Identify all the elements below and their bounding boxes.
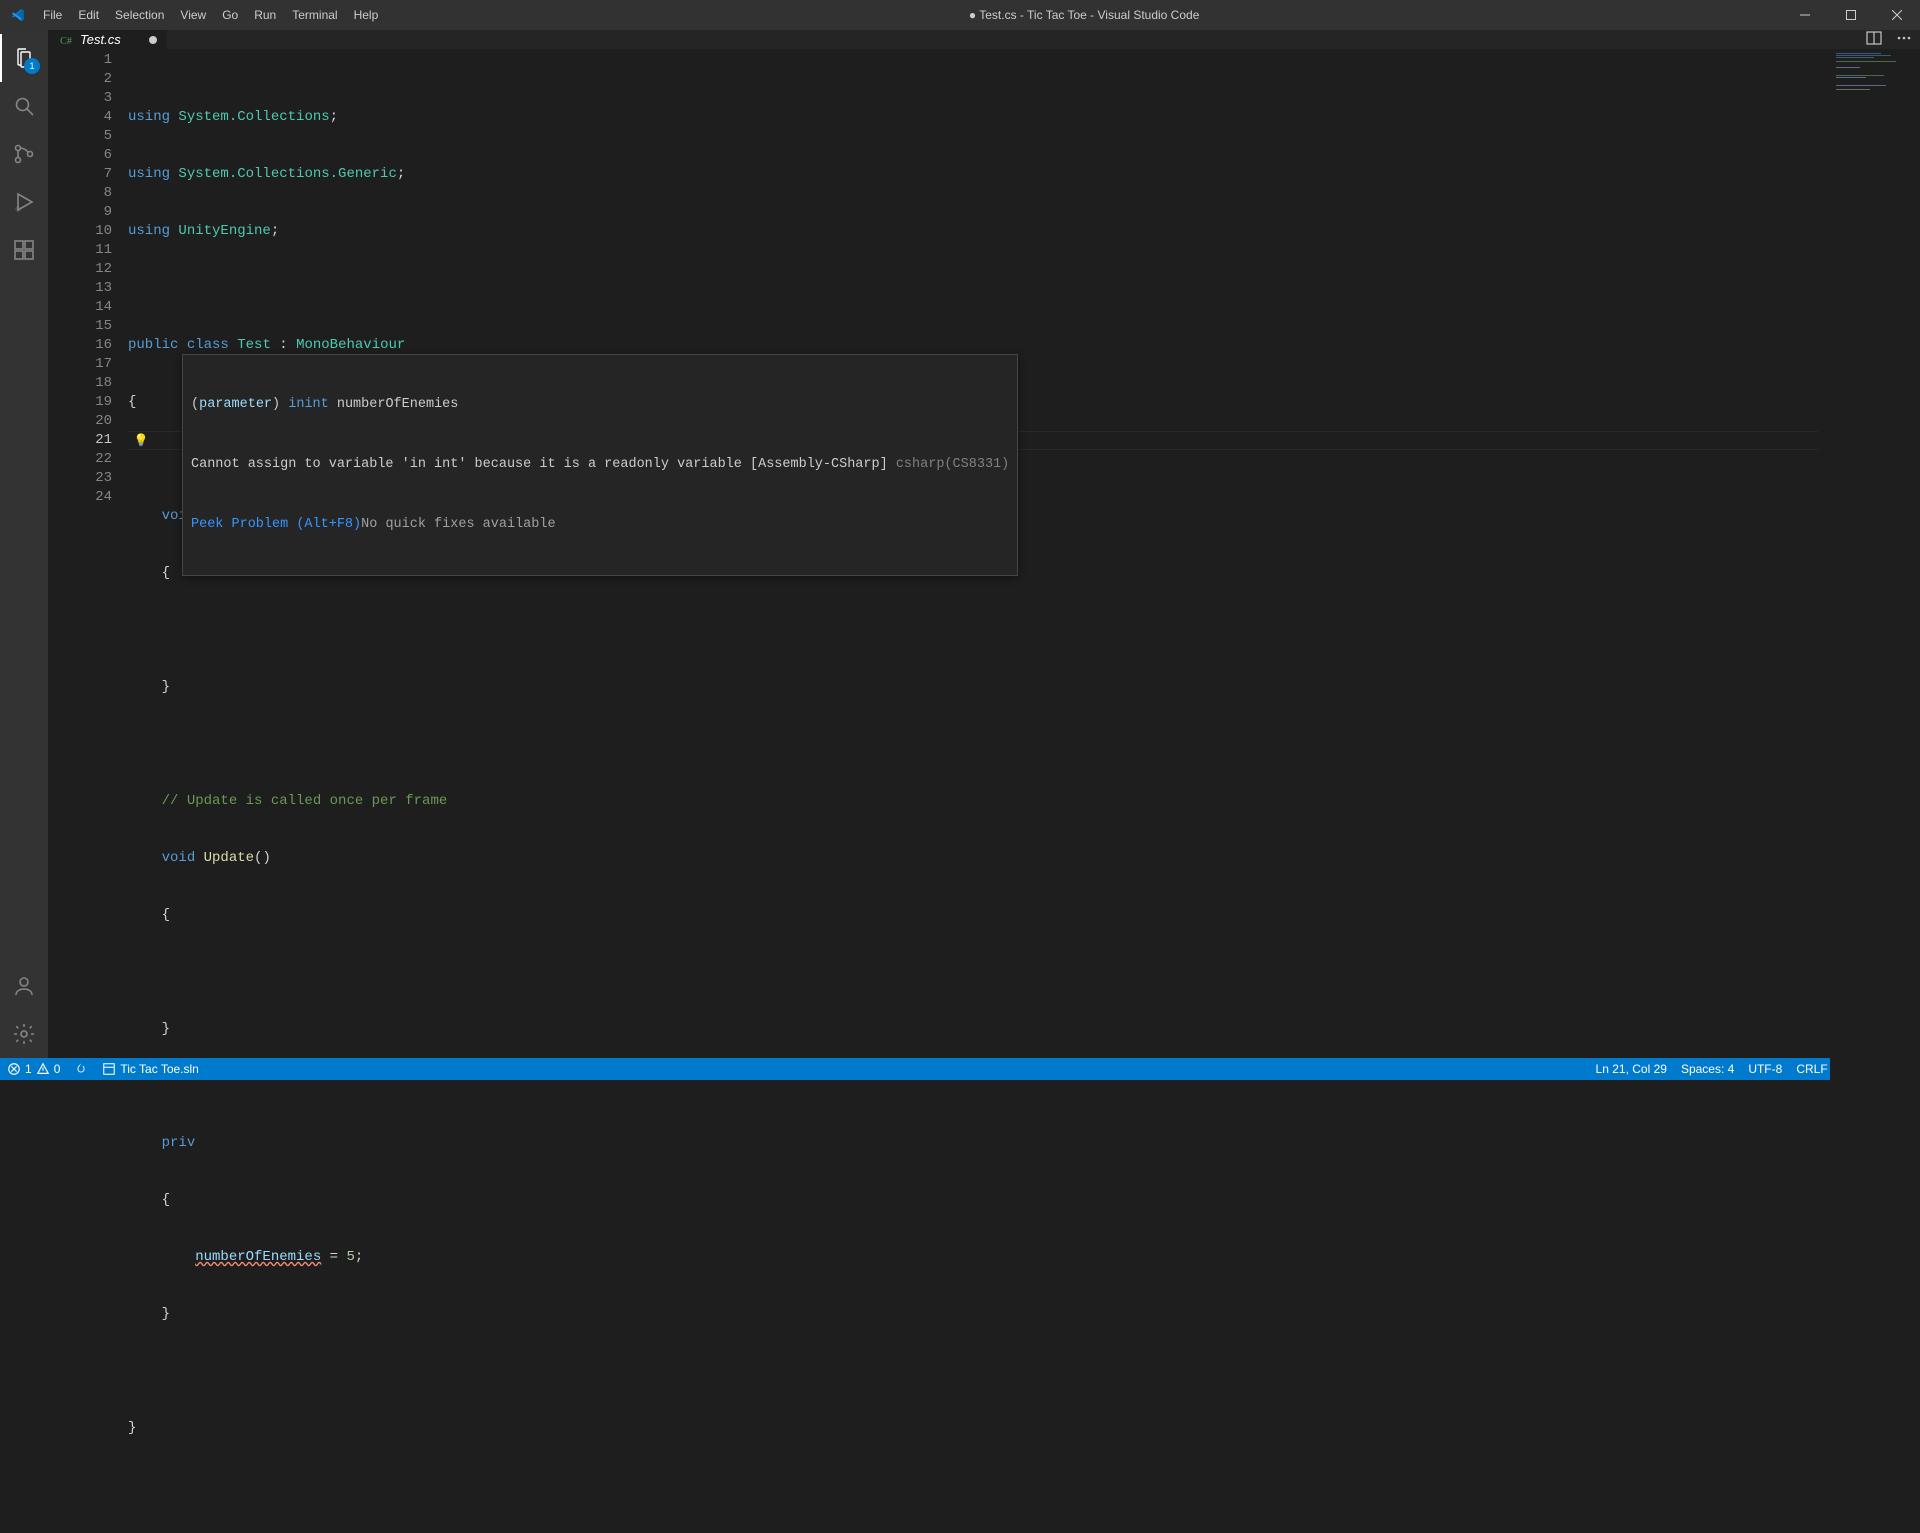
menu-terminal[interactable]: Terminal	[284, 0, 345, 30]
activity-accounts-icon[interactable]	[0, 962, 48, 1010]
hover-actions: Peek Problem (Alt+F8) No quick fixes ava…	[183, 515, 1017, 535]
editor-actions	[1858, 30, 1920, 49]
menu-file[interactable]: File	[35, 0, 70, 30]
menu-go[interactable]: Go	[214, 0, 246, 30]
vscode-logo-icon	[0, 7, 35, 23]
activity-extensions-icon[interactable]	[0, 226, 48, 274]
line-number-gutter: 1 2 3 4 5 6 7 8 9 10 11 12 13 14 15 16 1…	[48, 49, 128, 1533]
title-bar: File Edit Selection View Go Run Terminal…	[0, 0, 1920, 30]
menu-help[interactable]: Help	[346, 0, 387, 30]
maximize-button[interactable]	[1828, 0, 1874, 30]
tab-dirty-indicator-icon	[149, 36, 157, 44]
hover-signature: (parameter) in int numberOfEnemies	[183, 395, 1017, 415]
minimap[interactable]	[1830, 49, 1920, 1533]
window-title: ● Test.cs - Tic Tac Toe - Visual Studio …	[386, 8, 1782, 22]
menu-view[interactable]: View	[172, 0, 214, 30]
main-area: 1 C# Test.cs	[0, 30, 1920, 1058]
csharp-file-icon: C#	[58, 32, 74, 48]
activity-explorer-icon[interactable]: 1	[0, 34, 48, 82]
editor-area: C# Test.cs 1 2 3 4 5 6 7 8 9 10	[48, 30, 1920, 1058]
peek-problem-link[interactable]: Peek Problem (Alt+F8)	[191, 515, 361, 535]
more-actions-icon[interactable]	[1896, 30, 1912, 49]
menu-edit[interactable]: Edit	[70, 0, 107, 30]
split-editor-icon[interactable]	[1866, 30, 1882, 49]
tab-filename: Test.cs	[80, 32, 121, 47]
activity-bar: 1	[0, 30, 48, 1058]
close-button[interactable]	[1874, 0, 1920, 30]
code-content[interactable]: using System.Collections; using System.C…	[128, 49, 1830, 1533]
menu-run[interactable]: Run	[246, 0, 284, 30]
hover-tooltip: (parameter) in int numberOfEnemies Canno…	[182, 354, 1018, 576]
tab-bar: C# Test.cs	[48, 30, 1920, 49]
activity-source-control-icon[interactable]	[0, 130, 48, 178]
tab-test-cs[interactable]: C# Test.cs	[48, 30, 168, 49]
svg-text:C#: C#	[60, 36, 72, 47]
hover-error-message: Cannot assign to variable 'in int' becau…	[183, 455, 1017, 475]
menu-selection[interactable]: Selection	[107, 0, 172, 30]
explorer-badge: 1	[24, 58, 40, 74]
minimize-button[interactable]	[1782, 0, 1828, 30]
status-error-count: 1	[25, 1062, 32, 1076]
menu-bar: File Edit Selection View Go Run Terminal…	[0, 0, 386, 30]
window-controls	[1782, 0, 1920, 30]
editor-body[interactable]: 1 2 3 4 5 6 7 8 9 10 11 12 13 14 15 16 1…	[48, 49, 1920, 1533]
no-quick-fixes-label: No quick fixes available	[361, 515, 555, 535]
activity-run-debug-icon[interactable]	[0, 178, 48, 226]
activity-search-icon[interactable]	[0, 82, 48, 130]
activity-settings-icon[interactable]	[0, 1010, 48, 1058]
